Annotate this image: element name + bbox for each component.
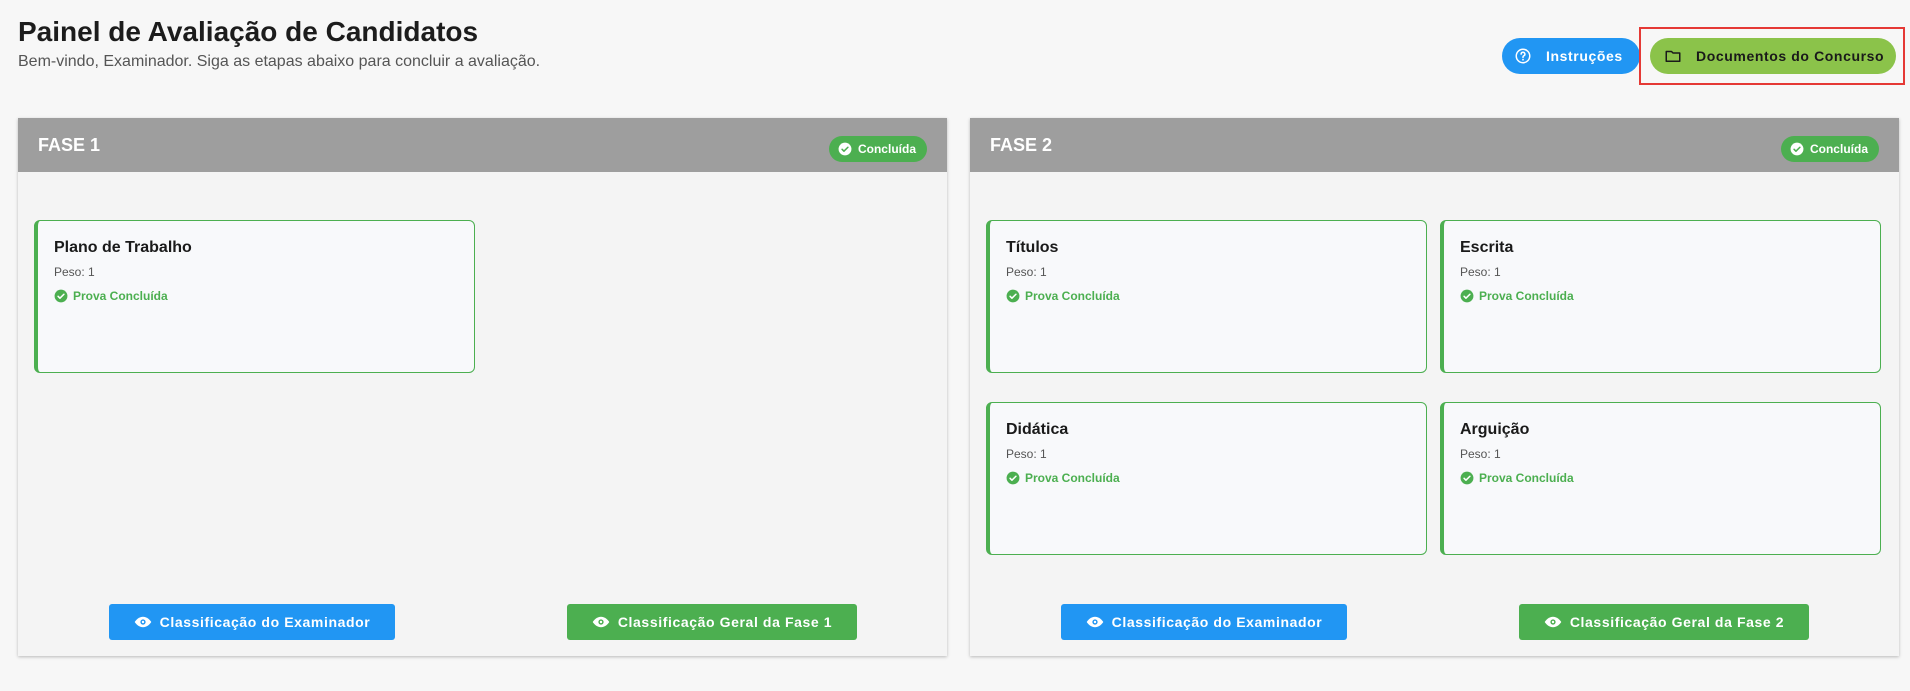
general-ranking-button-phase-1[interactable]: Classificação Geral da Fase 1 [567, 604, 857, 640]
exam-card-status-label: Prova Concluída [1479, 471, 1574, 485]
instructions-button-label: Instruções [1546, 48, 1623, 64]
examiner-ranking-label: Classificação do Examinador [1111, 614, 1323, 630]
phase-1-title: FASE 1 [38, 134, 101, 155]
phase-2-panel: FASE 2 Concluída Títulos Peso: 1 Prova C… [970, 118, 1899, 656]
examiner-ranking-button-phase-2[interactable]: Classificação do Examinador [1061, 604, 1347, 640]
phase-2-status-label: Concluída [1809, 142, 1868, 156]
exam-card-didatica[interactable]: Didática Peso: 1 Prova Concluída [986, 402, 1427, 555]
exam-card-weight: Peso: 1 [1006, 265, 1047, 279]
exam-card-status: Prova Concluída [1460, 289, 1864, 303]
check-circle-icon [838, 142, 852, 156]
check-circle-icon [1460, 471, 1474, 485]
exam-card-title: Plano de Trabalho [54, 239, 192, 256]
exam-card-weight: Peso: 1 [54, 265, 95, 279]
documents-button-label: Documentos do Concurso [1696, 48, 1885, 64]
exam-card-status: Prova Concluída [1460, 471, 1864, 485]
general-ranking-label: Classificação Geral da Fase 2 [1569, 614, 1785, 630]
general-ranking-button-phase-2[interactable]: Classificação Geral da Fase 2 [1519, 604, 1809, 640]
check-circle-icon [1790, 142, 1804, 156]
instructions-button[interactable]: Instruções [1502, 38, 1640, 74]
eye-icon [592, 613, 610, 631]
exam-card-status: Prova Concluída [54, 289, 458, 303]
page-title: Painel de Avaliação de Candidatos [18, 16, 479, 47]
exam-card-title: Escrita [1460, 239, 1514, 256]
eye-icon [1086, 613, 1104, 631]
phase-1-status-badge: Concluída [828, 136, 927, 162]
exam-card-titulos[interactable]: Títulos Peso: 1 Prova Concluída [986, 220, 1427, 373]
exam-card-status-label: Prova Concluída [73, 289, 168, 303]
phase-2-header: FASE 2 Concluída [970, 118, 1899, 172]
documents-button[interactable]: Documentos do Concurso [1650, 38, 1896, 74]
exam-card-title: Títulos [1006, 239, 1059, 256]
exam-card-arguicao[interactable]: Arguição Peso: 1 Prova Concluída [1440, 402, 1881, 555]
phase-2-title: FASE 2 [990, 134, 1053, 155]
exam-card-escrita[interactable]: Escrita Peso: 1 Prova Concluída [1440, 220, 1881, 373]
exam-card-plano-de-trabalho[interactable]: Plano de Trabalho Peso: 1 Prova Concluíd… [34, 220, 475, 373]
question-circle-icon [1514, 47, 1532, 65]
check-circle-icon [1006, 471, 1020, 485]
exam-card-status-label: Prova Concluída [1025, 289, 1120, 303]
eye-icon [134, 613, 152, 631]
phase-1-header: FASE 1 Concluída [18, 118, 947, 172]
exam-card-status: Prova Concluída [1006, 471, 1410, 485]
general-ranking-label: Classificação Geral da Fase 1 [617, 614, 833, 630]
examiner-ranking-button-phase-1[interactable]: Classificação do Examinador [109, 604, 395, 640]
eye-icon [1544, 613, 1562, 631]
exam-card-weight: Peso: 1 [1460, 265, 1501, 279]
page-subtitle: Bem-vindo, Examinador. Siga as etapas ab… [18, 53, 541, 70]
phase-1-panel: FASE 1 Concluída Plano de Trabalho Peso:… [18, 118, 947, 656]
check-circle-icon [54, 289, 68, 303]
check-circle-icon [1006, 289, 1020, 303]
exam-card-status-label: Prova Concluída [1025, 471, 1120, 485]
phase-2-status-badge: Concluída [1780, 136, 1879, 162]
page-header: Painel de Avaliação de Candidatos Bem-vi… [18, 16, 540, 71]
exam-card-title: Didática [1006, 421, 1069, 438]
folder-icon [1664, 47, 1682, 65]
phase-1-status-label: Concluída [857, 142, 916, 156]
exam-card-status-label: Prova Concluída [1479, 289, 1574, 303]
examiner-ranking-label: Classificação do Examinador [159, 614, 371, 630]
check-circle-icon [1460, 289, 1474, 303]
exam-card-title: Arguição [1460, 421, 1530, 438]
exam-card-weight: Peso: 1 [1460, 447, 1501, 461]
exam-card-status: Prova Concluída [1006, 289, 1410, 303]
exam-card-weight: Peso: 1 [1006, 447, 1047, 461]
